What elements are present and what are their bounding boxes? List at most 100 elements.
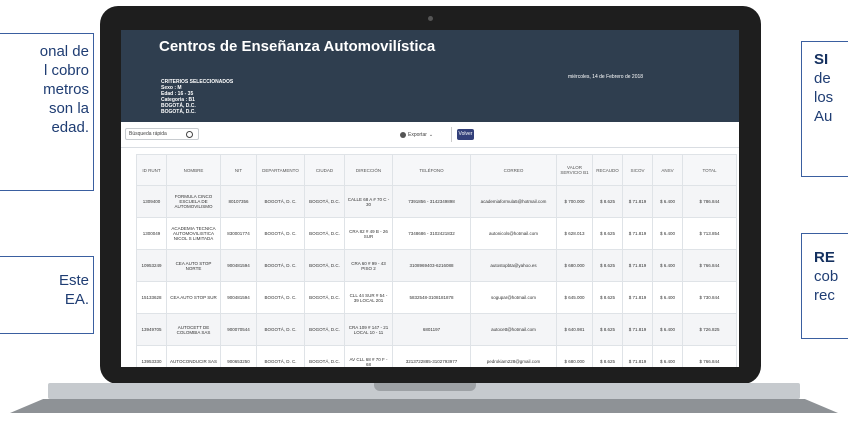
table-header-row: ID RUNT NOMBRE NIT DEPARTAMENTO CIUDAD DIRECC…	[136, 154, 737, 186]
column-header[interactable]: ID RUNT	[136, 154, 167, 186]
table-cell: BOGOTÁ, D. C.	[256, 249, 305, 282]
table-cell: autocett@hotmail.com	[470, 313, 557, 346]
report-date: miércoles, 14 de Febrero de 2018	[568, 74, 644, 80]
annotation-line: cob	[814, 268, 839, 285]
column-header[interactable]: ANSV	[652, 154, 683, 186]
table-cell: FORMULA CINCO ESCUELA DE AUTOMOVILISMO	[166, 185, 221, 218]
table-cell: $ 6.400	[652, 313, 683, 346]
search-icon	[186, 131, 193, 138]
table-cell: pedrokiam228@gmail.com	[470, 345, 557, 367]
column-header[interactable]: DEPARTAMENTO	[256, 154, 305, 186]
table-cell: 1300049	[136, 217, 167, 250]
annotation-line: l cobro	[43, 62, 89, 79]
column-header[interactable]: DIRECCIÓN	[344, 154, 393, 186]
table-cell: $ 645.000	[556, 281, 593, 314]
table-cell: 10953249	[136, 249, 167, 282]
table-cell: $ 786.844	[682, 185, 737, 218]
toolbar-divider	[451, 127, 452, 142]
table-row[interactable]: 13953330 AUTOCONDUCIR SAS 900653250 BOGOTÁ,…	[136, 345, 737, 367]
table-row[interactable]: 15133628 CEA AUTO STOP SUR 900481594 BOGOTÁ…	[136, 281, 737, 314]
chevron-down-icon: ⌄	[428, 132, 434, 138]
table-row[interactable]: 1309400 FORMULA CINCO ESCUELA DE AUTOMOVI…	[136, 185, 737, 218]
table-cell: $ 8.625	[592, 217, 623, 250]
table-cell: $ 6.400	[652, 249, 683, 282]
toolbar: Búsqueda rápida Exportar ⌄ Volver	[121, 122, 739, 148]
annotation-line: Au	[814, 108, 833, 125]
gear-icon	[400, 132, 406, 138]
table-cell: autostopbta@yahoo.es	[470, 249, 557, 282]
report-header: Centros de Enseñanza Automovilística CRI…	[121, 30, 739, 122]
laptop-screen: Centros de Enseñanza Automovilística CRI…	[121, 30, 739, 367]
table-cell: AUTOCETT DE COLOMBIA SAS	[166, 313, 221, 346]
column-header[interactable]: CIUDAD	[304, 154, 345, 186]
table-cell: 1309400	[136, 185, 167, 218]
table-cell: $ 730.844	[682, 281, 737, 314]
annotation-line: onal de	[39, 43, 89, 60]
column-header[interactable]: VALOR SERVICIO B1	[556, 154, 593, 186]
annotation-title: RE	[814, 249, 835, 266]
search-placeholder: Búsqueda rápida	[129, 131, 167, 137]
table-cell: CRA 82 # 49 B - 26 SUR	[344, 217, 393, 250]
criteria-item: BOGOTÁ, D.C.	[161, 109, 196, 115]
table-cell: CRA 109 # 147 - 21 LOCAL 10 - 11	[344, 313, 393, 346]
table-cell: AUTOCONDUCIR SAS	[166, 345, 221, 367]
table-cell: CRA 60 # 99 - 43 PISO 2	[344, 249, 393, 282]
annotation-line: rec	[814, 287, 835, 304]
table-cell: 3108969403-6216088	[392, 249, 471, 282]
table-cell: $ 71.819	[622, 249, 653, 282]
annotation-line: Este	[58, 272, 89, 289]
table-body: 1309400 FORMULA CINCO ESCUELA DE AUTOMOVI…	[136, 185, 737, 367]
search-input[interactable]: Búsqueda rápida	[125, 128, 199, 140]
table-cell: $ 71.819	[622, 313, 653, 346]
table-cell: $ 8.625	[592, 345, 623, 367]
column-header[interactable]: CORREO	[470, 154, 557, 186]
table-cell: $ 6.400	[652, 185, 683, 218]
table-cell: 3213722885-3102793977	[392, 345, 471, 367]
table-cell: $ 71.819	[622, 345, 653, 367]
table-cell: $ 8.625	[592, 185, 623, 218]
table-cell: 830001774	[220, 217, 257, 250]
table-cell: $ 766.844	[682, 345, 737, 367]
table-cell: BOGOTÁ, D.C.	[304, 313, 345, 346]
table-cell: 5832548-3108181878	[392, 281, 471, 314]
table-cell: BOGOTÁ, D.C.	[304, 217, 345, 250]
page-title: Centros de Enseñanza Automovilística	[159, 38, 436, 55]
annotation-title: SI	[814, 51, 829, 68]
column-header[interactable]: NOMBRE	[166, 154, 221, 186]
table-cell: $ 713.854	[682, 217, 737, 250]
results-table-container: ID RUNT NOMBRE NIT DEPARTAMENTO CIUDAD DIRECC…	[136, 154, 737, 367]
column-header[interactable]: NIT	[220, 154, 257, 186]
export-button[interactable]: Exportar ⌄	[400, 130, 433, 140]
annotation-line: los	[814, 89, 834, 106]
table-row[interactable]: 10953249 CEA AUTO STOP NORTE 900481594 BOGO…	[136, 249, 737, 282]
table-cell: $ 8.625	[592, 313, 623, 346]
annotation-box-right-bottom: RE cob rec	[801, 233, 848, 339]
criteria-block: CRITERIOS SELECCIONADOS Sexo : M Edad : …	[161, 79, 233, 115]
column-header[interactable]: RECAUDO	[592, 154, 623, 186]
table-cell: autonicols@hotmail.com	[470, 217, 557, 250]
table-cell: $ 680.000	[556, 249, 593, 282]
column-header[interactable]: SICOV	[622, 154, 653, 186]
table-cell: 900070544	[220, 313, 257, 346]
column-header[interactable]: TELÉFONO	[392, 154, 471, 186]
table-cell: 900481594	[220, 249, 257, 282]
table-cell: 7391856 - 3142349898	[392, 185, 471, 218]
table-cell: academiaformula5@hotmail.com	[470, 185, 557, 218]
table-cell: $ 726.825	[682, 313, 737, 346]
laptop-base-notch	[374, 383, 476, 391]
table-cell: $ 6.400	[652, 281, 683, 314]
table-cell: BOGOTÁ, D. C.	[256, 313, 305, 346]
laptop-base	[0, 383, 848, 430]
annotation-box-left-bottom: Este EA.	[0, 256, 94, 334]
table-cell: CEA AUTO STOP SUR	[166, 281, 221, 314]
table-cell: sogupar@hotmail.com	[470, 281, 557, 314]
column-header[interactable]: TOTAL	[682, 154, 737, 186]
table-row[interactable]: 1300049 ACADEMIA TECNICA AUTOMOVILISTICA …	[136, 217, 737, 250]
table-cell: BOGOTÁ, D.C.	[304, 345, 345, 367]
export-label: Exportar	[408, 132, 427, 138]
table-cell: 900481594	[220, 281, 257, 314]
table-cell: BOGOTÁ, D. C.	[256, 281, 305, 314]
table-cell: $ 71.819	[622, 185, 653, 218]
table-row[interactable]: 13949705 AUTOCETT DE COLOMBIA SAS 90007054…	[136, 313, 737, 346]
volver-button[interactable]: Volver	[457, 129, 474, 140]
